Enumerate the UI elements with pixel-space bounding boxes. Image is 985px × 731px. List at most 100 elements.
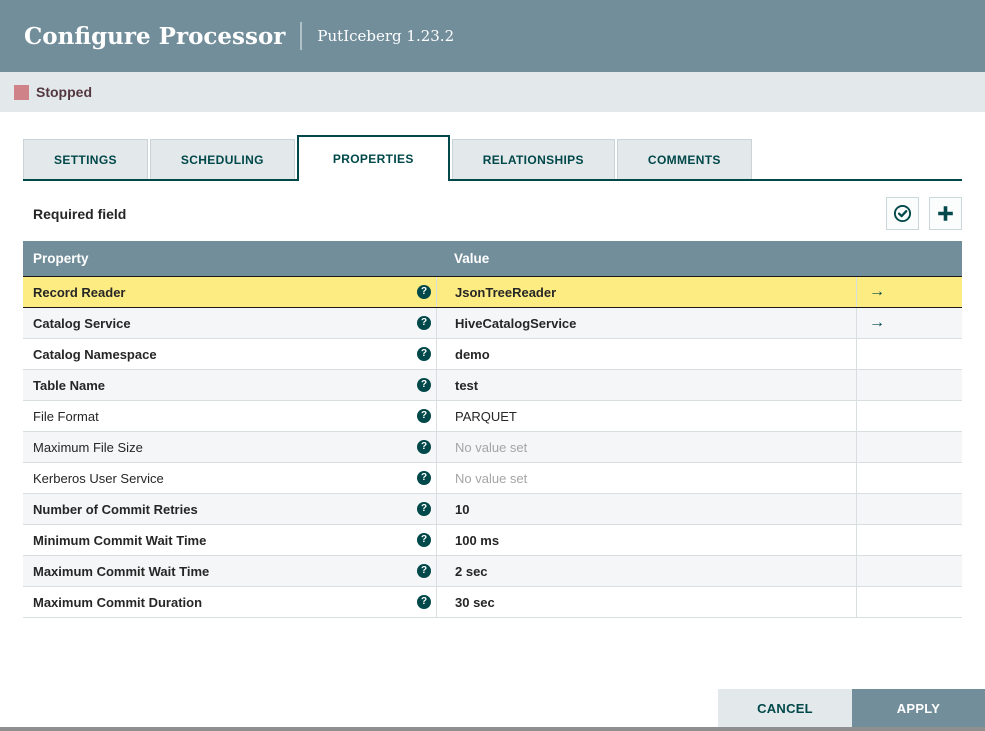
- goto-service-cell: [856, 556, 961, 586]
- property-value-cell[interactable]: 30 sec: [436, 587, 856, 617]
- property-name: Table Name: [33, 377, 106, 393]
- table-row: Maximum File Size? No value set: [23, 432, 962, 463]
- question-circle-icon[interactable]: ?: [417, 595, 431, 609]
- table-row: Table Name? test: [23, 370, 962, 401]
- question-circle-icon[interactable]: ?: [417, 440, 431, 454]
- property-value-cell[interactable]: 100 ms: [436, 525, 856, 555]
- goto-service-cell: →: [856, 277, 961, 307]
- table-header-row: Property Value: [23, 241, 962, 276]
- question-circle-icon[interactable]: ?: [417, 564, 431, 578]
- property-value: PARQUET: [455, 408, 517, 424]
- goto-service-arrow-icon[interactable]: →: [869, 315, 885, 331]
- question-circle-icon[interactable]: ?: [417, 285, 431, 299]
- property-name: Maximum Commit Duration: [33, 594, 203, 610]
- question-circle-icon[interactable]: ?: [417, 502, 431, 516]
- tab-relationships[interactable]: RELATIONSHIPS: [451, 139, 615, 179]
- property-value-cell[interactable]: 2 sec: [436, 556, 856, 586]
- add-property-button[interactable]: [929, 197, 962, 230]
- tab-properties[interactable]: PROPERTIES: [296, 135, 450, 181]
- property-name-cell: Catalog Service?: [23, 308, 436, 338]
- goto-service-cell: [856, 370, 961, 400]
- question-circle-icon[interactable]: ?: [417, 533, 431, 547]
- property-value-cell[interactable]: HiveCatalogService: [436, 308, 856, 338]
- property-name-cell: Record Reader?: [23, 277, 436, 307]
- tab-comments[interactable]: COMMENTS: [616, 139, 752, 179]
- title-divider: [300, 22, 303, 50]
- goto-service-cell: →: [856, 308, 961, 338]
- property-value: 2 sec: [455, 563, 488, 579]
- column-header-value: Value: [454, 251, 490, 266]
- goto-service-cell: [856, 401, 961, 431]
- property-name-cell: Minimum Commit Wait Time?: [23, 525, 436, 555]
- property-value-cell[interactable]: demo: [436, 339, 856, 369]
- property-name: File Format: [33, 408, 99, 424]
- apply-button[interactable]: APPLY: [852, 689, 985, 727]
- status-bar: Stopped: [0, 72, 985, 112]
- dialog-header: Configure Processor PutIceberg 1.23.2: [0, 0, 985, 72]
- cancel-button[interactable]: CANCEL: [718, 689, 852, 727]
- verify-properties-button[interactable]: [886, 197, 919, 230]
- goto-service-cell: [856, 463, 961, 493]
- question-circle-icon[interactable]: ?: [417, 347, 431, 361]
- question-circle-icon[interactable]: ?: [417, 316, 431, 330]
- table-row: Catalog Service? HiveCatalogService →: [23, 308, 962, 339]
- table-row: File Format? PARQUET: [23, 401, 962, 432]
- processor-type-version: PutIceberg 1.23.2: [317, 27, 455, 45]
- properties-toolbar: Required field: [23, 197, 962, 230]
- table-row: Maximum Commit Wait Time? 2 sec: [23, 556, 962, 587]
- property-name: Catalog Service: [33, 315, 131, 331]
- property-value: test: [455, 377, 479, 393]
- dialog-content: SETTINGS SCHEDULING PROPERTIES RELATIONSHIP…: [0, 112, 985, 689]
- dialog-footer: CANCEL APPLY: [0, 689, 985, 727]
- property-value: No value set: [455, 470, 528, 486]
- property-value-cell[interactable]: JsonTreeReader: [436, 277, 856, 307]
- question-circle-icon[interactable]: ?: [417, 378, 431, 392]
- property-name: Number of Commit Retries: [33, 501, 198, 517]
- table-row: Kerberos User Service? No value set: [23, 463, 962, 494]
- property-name-cell: Maximum Commit Wait Time?: [23, 556, 436, 586]
- property-value: No value set: [455, 439, 528, 455]
- tab-bar: SETTINGS SCHEDULING PROPERTIES RELATIONSHIP…: [23, 135, 962, 181]
- table-body: Record Reader? JsonTreeReader → Catalog Ser…: [23, 276, 962, 618]
- table-row: Number of Commit Retries? 10: [23, 494, 962, 525]
- property-value: JsonTreeReader: [455, 284, 557, 300]
- property-value: 10: [455, 501, 470, 517]
- goto-service-cell: [856, 339, 961, 369]
- property-value-cell[interactable]: 10: [436, 494, 856, 524]
- status-label: Stopped: [36, 84, 92, 100]
- configure-processor-dialog: Configure Processor PutIceberg 1.23.2 St…: [0, 0, 985, 731]
- property-value-cell[interactable]: No value set: [436, 432, 856, 462]
- property-value-cell[interactable]: test: [436, 370, 856, 400]
- property-value: 100 ms: [455, 532, 500, 548]
- property-value: HiveCatalogService: [455, 315, 577, 331]
- property-name-cell: Catalog Namespace?: [23, 339, 436, 369]
- goto-service-arrow-icon[interactable]: →: [869, 284, 885, 300]
- tab-label: COMMENTS: [647, 152, 721, 167]
- property-name: Record Reader: [33, 284, 126, 300]
- tab-scheduling[interactable]: SCHEDULING: [149, 139, 295, 179]
- table-row: Minimum Commit Wait Time? 100 ms: [23, 525, 962, 556]
- property-value: 30 sec: [455, 594, 495, 610]
- property-name: Kerberos User Service: [33, 470, 164, 486]
- goto-service-cell: [856, 587, 961, 617]
- check-circle-icon: [893, 204, 912, 223]
- property-name: Maximum Commit Wait Time: [33, 563, 210, 579]
- property-name-cell: Number of Commit Retries?: [23, 494, 436, 524]
- properties-table: Property Value Record Reader? JsonTreeRea…: [23, 241, 962, 618]
- table-row: Record Reader? JsonTreeReader →: [23, 276, 962, 308]
- property-name-cell: Maximum Commit Duration?: [23, 587, 436, 617]
- tab-settings[interactable]: SETTINGS: [23, 139, 148, 179]
- property-value: demo: [455, 346, 490, 362]
- goto-service-cell: [856, 494, 961, 524]
- table-row: Catalog Namespace? demo: [23, 339, 962, 370]
- table-row: Maximum Commit Duration? 30 sec: [23, 587, 962, 618]
- question-circle-icon[interactable]: ?: [417, 471, 431, 485]
- property-value-cell[interactable]: No value set: [436, 463, 856, 493]
- property-value-cell[interactable]: PARQUET: [436, 401, 856, 431]
- property-name-cell: File Format?: [23, 401, 436, 431]
- toolbar-buttons: [876, 197, 962, 230]
- stopped-status-icon: [14, 84, 29, 100]
- question-circle-icon[interactable]: ?: [417, 409, 431, 423]
- property-name: Catalog Namespace: [33, 346, 157, 362]
